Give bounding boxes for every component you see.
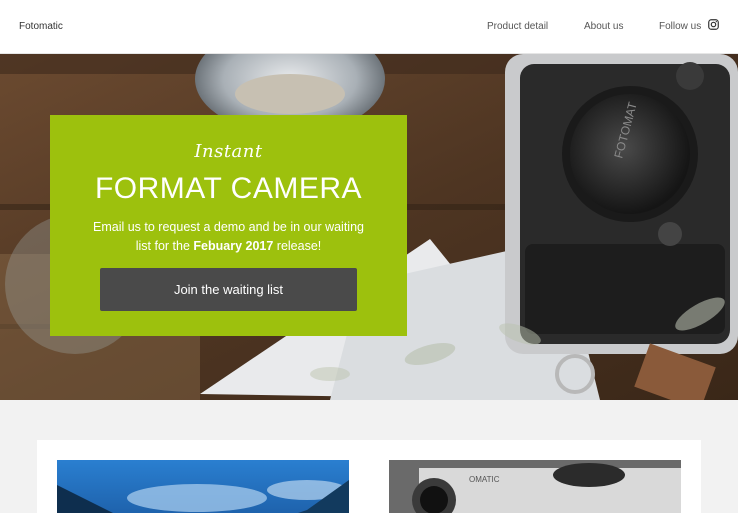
nav-product-detail[interactable]: Product detail [487, 21, 548, 32]
camera-brand-text: OMATIC [469, 475, 500, 484]
card-thumbnail-camera[interactable]: OMATIC [389, 460, 681, 513]
site-header: Fotomatic Product detail About us Follow… [0, 0, 738, 54]
brand-logo[interactable]: Fotomatic [19, 21, 63, 32]
promo-title: FORMAT CAMERA [94, 172, 363, 205]
join-waiting-list-button[interactable]: Join the waiting list [100, 268, 357, 311]
camera-photo: OMATIC [389, 460, 681, 513]
instagram-icon[interactable] [708, 19, 719, 30]
promo-script-text: Instant [194, 141, 263, 162]
release-date: Febuary 2017 [193, 239, 274, 253]
promo-description: Email us to request a demo and be in our… [93, 220, 364, 253]
cards-section: OMATIC [37, 440, 701, 513]
nav-follow-us[interactable]: Follow us [659, 21, 701, 32]
card-thumbnail-sky[interactable] [57, 460, 349, 513]
hero-section: FOTOMAT Instant FORMAT CAMERA Email us t… [0, 54, 738, 400]
promo-box: Instant FORMAT CAMERA Email us to reques… [50, 115, 407, 336]
nav-about-us[interactable]: About us [584, 21, 623, 32]
sky-photo [57, 460, 349, 513]
